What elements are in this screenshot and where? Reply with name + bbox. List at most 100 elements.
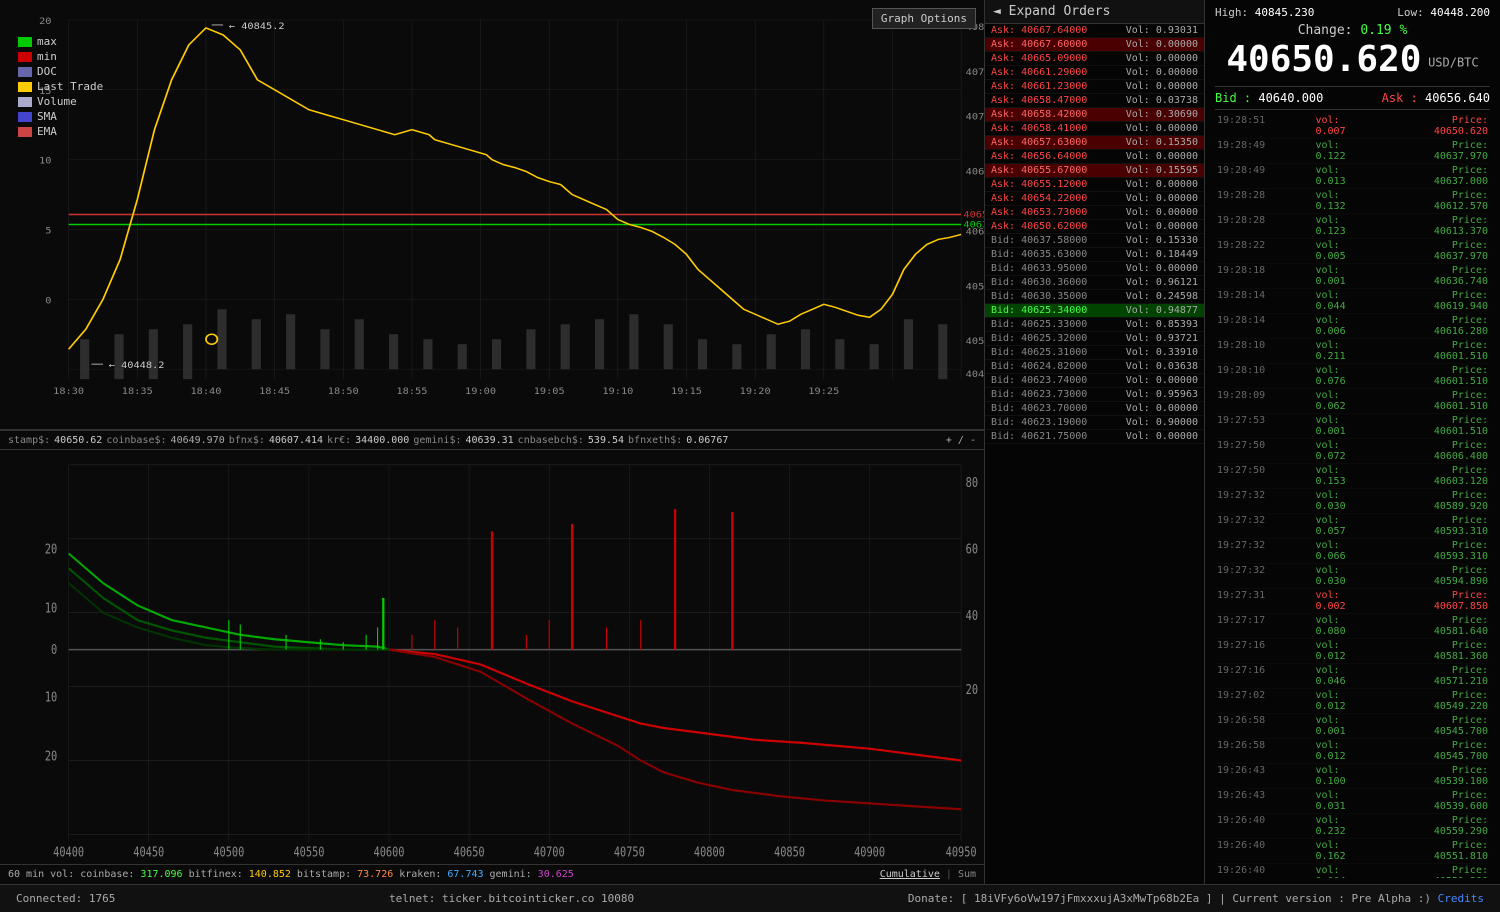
svg-text:19:00: 19:00 (465, 387, 496, 397)
order-price: Bid: 40625.33000 (991, 319, 1126, 330)
trade-price: Price: 40581.640 (1408, 615, 1488, 637)
svg-text:40700: 40700 (534, 844, 565, 860)
svg-text:19:20: 19:20 (740, 387, 771, 397)
order-price: Bid: 40625.31000 (991, 347, 1126, 358)
trade-price: Price: 40650.620 (1408, 115, 1488, 137)
legend-ema: EMA (18, 125, 103, 138)
order-price: Ask: 40667.60000 (991, 39, 1126, 50)
order-row: Bid: 40623.70000Vol: 0.00000 (985, 402, 1204, 416)
trade-row: 19:27:31vol: 0.002Price: 40607.850 (1215, 589, 1490, 614)
trade-row: 19:27:53vol: 0.001Price: 40601.510 (1215, 414, 1490, 439)
order-vol: Vol: 0.18449 (1126, 249, 1198, 260)
svg-text:18:40: 18:40 (190, 387, 221, 397)
svg-text:40550: 40550 (966, 282, 984, 292)
svg-text:10: 10 (45, 689, 57, 705)
order-price: Ask: 40653.73000 (991, 207, 1126, 218)
trade-price: Price: 40539.100 (1408, 765, 1488, 787)
big-price-container: 40650.620 USD/BTC (1215, 40, 1490, 80)
chart-section: Graph Options max min DOC (0, 0, 985, 884)
svg-text:40450: 40450 (966, 370, 984, 380)
trade-row: 19:26:58vol: 0.001Price: 40545.700 (1215, 714, 1490, 739)
trade-row: 19:28:14vol: 0.006Price: 40616.280 (1215, 314, 1490, 339)
bfnxeth-label: bfnxeth$: (628, 435, 682, 446)
order-row: Bid: 40635.63000Vol: 0.18449 (985, 248, 1204, 262)
trade-price: Price: 40601.510 (1408, 415, 1488, 437)
order-row: Ask: 40658.41000Vol: 0.00000 (985, 122, 1204, 136)
graph-options-button[interactable]: Graph Options (872, 8, 976, 29)
order-row: Ask: 40655.67000Vol: 0.15595 (985, 164, 1204, 178)
plus-minus[interactable]: + / - (946, 435, 976, 446)
trade-row: 19:26:43vol: 0.031Price: 40539.600 (1215, 789, 1490, 814)
order-price: Ask: 40655.12000 (991, 179, 1126, 190)
trade-price: Price: 40545.700 (1408, 740, 1488, 762)
order-row: Ask: 40658.47000Vol: 0.03738 (985, 94, 1204, 108)
big-price: 40650.620 (1226, 39, 1421, 80)
trade-price: Price: 40601.510 (1408, 365, 1488, 387)
svg-text:10: 10 (45, 600, 57, 616)
footer: Connected: 1765 telnet: ticker.bitcointi… (0, 884, 1500, 912)
trade-row: 19:28:28vol: 0.132Price: 40612.570 (1215, 189, 1490, 214)
svg-text:40500: 40500 (966, 337, 984, 347)
trade-price: Price: 40603.120 (1408, 465, 1488, 487)
sum-btn[interactable]: Sum (958, 869, 976, 880)
trade-row: 19:27:32vol: 0.030Price: 40589.920 (1215, 489, 1490, 514)
trade-vol: vol: 0.001 (1316, 415, 1356, 437)
cnbasebch-label: cnbasebch$: (518, 435, 584, 446)
order-vol: Vol: 0.00000 (1126, 123, 1198, 134)
trade-row: 19:27:16vol: 0.012Price: 40581.360 (1215, 639, 1490, 664)
trade-vol: vol: 0.031 (1316, 790, 1356, 812)
order-vol: Vol: 0.15350 (1126, 137, 1198, 148)
trade-row: 19:28:22vol: 0.005Price: 40637.970 (1215, 239, 1490, 264)
svg-text:60: 60 (966, 541, 978, 557)
order-price: Ask: 40661.23000 (991, 81, 1126, 92)
order-price: Ask: 40658.42000 (991, 109, 1126, 120)
trade-row: 19:28:10vol: 0.211Price: 40601.510 (1215, 339, 1490, 364)
trade-row: 19:27:17vol: 0.080Price: 40581.640 (1215, 614, 1490, 639)
order-row: Ask: 40658.42000Vol: 0.30690 (985, 108, 1204, 122)
chart-legend: max min DOC Last Trade (18, 35, 103, 140)
svg-text:40: 40 (966, 608, 978, 624)
depth-vol-label: 60 min vol: (8, 869, 74, 880)
orders-list[interactable]: Ask: 40667.64000Vol: 0.93031Ask: 40667.6… (985, 24, 1204, 884)
order-vol: Vol: 0.00000 (1126, 67, 1198, 78)
order-price: Ask: 40667.64000 (991, 25, 1126, 36)
svg-text:19:10: 19:10 (602, 387, 633, 397)
depth-gemini: gemini: (490, 869, 532, 880)
svg-text:40500: 40500 (213, 844, 244, 860)
trade-vol: vol: 0.211 (1316, 340, 1356, 362)
trade-time: 19:26:40 (1217, 815, 1263, 837)
trade-vol: vol: 0.004 (1316, 865, 1356, 878)
order-price: Ask: 40658.41000 (991, 123, 1126, 134)
order-price: Bid: 40630.35000 (991, 291, 1126, 302)
legend-lasttrade-color (18, 82, 32, 92)
legend-volume-color (18, 97, 32, 107)
depth-coinbase-val: 317.096 (140, 869, 182, 880)
trade-vol: vol: 0.030 (1316, 565, 1356, 587)
order-vol: Vol: 0.00000 (1126, 375, 1198, 386)
order-row: Ask: 40667.64000Vol: 0.93031 (985, 24, 1204, 38)
trades-list[interactable]: 19:28:51vol: 0.007Price: 40650.62019:28:… (1215, 114, 1490, 878)
svg-text:19:05: 19:05 (534, 387, 565, 397)
svg-text:40600: 40600 (966, 227, 984, 237)
order-vol: Vol: 0.93031 (1126, 25, 1198, 36)
main-chart-area: Graph Options max min DOC (0, 0, 984, 430)
order-vol: Vol: 0.15330 (1126, 235, 1198, 246)
depth-bitstamp: bitstamp: (297, 869, 351, 880)
trade-row: 19:27:50vol: 0.072Price: 40606.400 (1215, 439, 1490, 464)
gemini-label: gemini$: (413, 435, 461, 446)
cumulative-btn[interactable]: Cumulative (880, 869, 940, 880)
svg-text:18:55: 18:55 (396, 387, 427, 397)
svg-text:0: 0 (51, 642, 57, 658)
trade-row: 19:28:14vol: 0.044Price: 40619.940 (1215, 289, 1490, 314)
depth-kraken-val: 67.743 (447, 869, 483, 880)
svg-text:← 40845.2: ← 40845.2 (229, 21, 285, 31)
order-row: Bid: 40633.95000Vol: 0.00000 (985, 262, 1204, 276)
trade-time: 19:28:28 (1217, 190, 1263, 212)
legend-min: min (18, 50, 103, 63)
credits-link[interactable]: Credits (1438, 892, 1484, 905)
expand-orders-label: ◄ Expand Orders (993, 4, 1110, 19)
order-price: Ask: 40661.29000 (991, 67, 1126, 78)
expand-orders-button[interactable]: ◄ Expand Orders (985, 0, 1204, 24)
legend-ema-color (18, 127, 32, 137)
order-row: Bid: 40623.73000Vol: 0.95963 (985, 388, 1204, 402)
